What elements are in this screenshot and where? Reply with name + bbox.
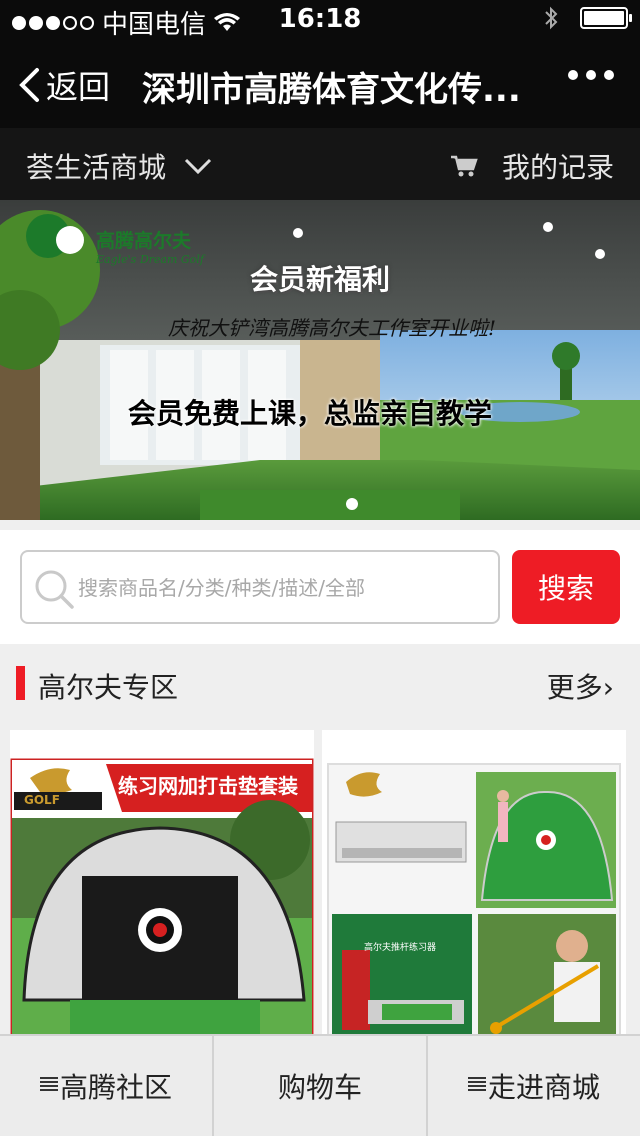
menu-list-icon	[39, 1077, 58, 1091]
promo-banner[interactable]: 高腾高尔夫 Eagle's Dream Golf 会员新福利 庆祝大铲湾高腾高尔…	[0, 200, 640, 520]
banner-main-text: 会员免费上课，总监亲自教学	[128, 397, 493, 430]
cart-icon	[450, 155, 478, 177]
product-card[interactable]: 高尔夫推杆练习器	[322, 730, 626, 1036]
more-dots-icon	[568, 70, 578, 80]
product-caption: 高尔夫推杆练习器	[364, 943, 437, 953]
chevron-left-icon	[19, 68, 39, 102]
my-records-link[interactable]: 我的记录	[450, 146, 614, 186]
bottom-tab-bar: 高腾社区 购物车 走进商城	[0, 1034, 640, 1136]
back-label: 返回	[46, 68, 111, 106]
tab-enter-mall[interactable]: 走进商城	[428, 1036, 640, 1136]
bluetooth-icon	[545, 6, 558, 30]
logo-chinese-text: 高腾高尔夫	[96, 230, 192, 252]
battery-level	[584, 11, 624, 25]
tab-cart-label: 购物车	[277, 1071, 362, 1104]
product-image	[322, 730, 626, 1036]
section-accent-bar	[16, 666, 25, 700]
banner-subline: 庆祝大铲湾高腾高尔夫工作室开业啦!	[168, 316, 497, 340]
chevron-down-icon	[184, 158, 212, 175]
menu-list-icon	[467, 1077, 486, 1091]
product-title: 练习网加打击垫套装	[118, 774, 298, 798]
battery-icon	[580, 7, 632, 29]
tab-enter-mall-label: 走进商城	[487, 1071, 600, 1104]
section-title: 高尔夫专区	[38, 671, 179, 704]
records-label: 我的记录	[501, 151, 614, 184]
golf-section-header: 高尔夫专区 更多›	[0, 644, 640, 724]
store-label: 荟生活商城	[26, 151, 167, 184]
tab-cart[interactable]: 购物车	[214, 1036, 428, 1136]
status-bar: 中国电信 16:18	[0, 0, 640, 40]
tab-community[interactable]: 高腾社区	[0, 1036, 214, 1136]
tab-community-label: 高腾社区	[59, 1071, 172, 1104]
section-more-link[interactable]: 更多›	[547, 666, 614, 706]
store-selector[interactable]: 荟生活商城	[26, 146, 212, 186]
navigation-bar: 返回 深圳市高腾体育文化传...	[0, 40, 640, 128]
more-menu-button[interactable]	[568, 70, 614, 80]
store-subnav: 荟生活商城 我的记录	[0, 128, 640, 200]
product-brand: GOLF	[24, 793, 60, 807]
page-title: 深圳市高腾体育文化传...	[142, 70, 521, 110]
search-input[interactable]	[78, 568, 488, 608]
banner-headline: 会员新福利	[249, 263, 390, 296]
search-button[interactable]: 搜索	[512, 550, 620, 624]
status-right	[544, 6, 632, 30]
search-box[interactable]	[20, 550, 500, 624]
product-card[interactable]: 练习网加打击垫套装 GOLF	[10, 730, 314, 1036]
back-button[interactable]: 返回	[18, 62, 110, 108]
search-area: 搜索	[0, 530, 640, 644]
search-icon	[35, 570, 74, 609]
